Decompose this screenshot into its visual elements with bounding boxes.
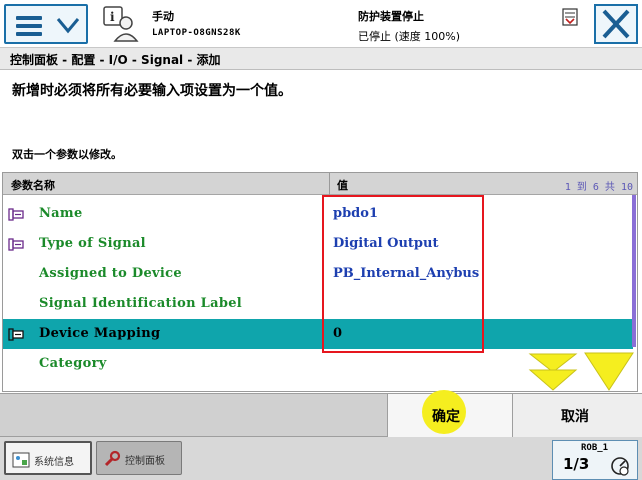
ok-button[interactable]: 确定 [387,390,513,437]
parameter-name: Signal Identification Label [39,296,243,311]
quickset-button[interactable]: ROB_1 1/3 [552,440,638,480]
operating-mode: 手动 [152,10,174,23]
task-label: 控制面板 [125,456,165,467]
system-info-icon [12,452,30,468]
guard-status: 防护装置停止 [358,10,424,23]
scrollbar[interactable] [632,195,636,347]
table-row-name[interactable]: Name pbdo1 [3,199,633,229]
parameter-value: pbdo1 [333,206,378,221]
parameter-name: Device Mapping [39,326,161,341]
table-row-type-of-signal[interactable]: Type of Signal Digital Output [3,229,633,259]
run-status: 已停止 (速度 100%) [358,30,461,43]
ok-label: 确定 [432,409,460,425]
parameter-name: Category [39,356,107,371]
task-fraction: 1/3 [563,455,590,473]
scroll-down-icon[interactable] [582,350,636,392]
parameter-name: Name [39,206,83,221]
svg-text:i: i [110,10,115,24]
breadcrumb: 控制面板 - 配置 - I/O - Signal - 添加 [0,48,642,70]
hamburger-icon [16,16,42,36]
parameter-value: 0 [333,326,343,341]
chevron-down-icon [56,18,80,34]
speed-icon [611,457,629,476]
close-icon [602,9,630,39]
taskbar: 系统信息 控制面板 [0,437,642,480]
hint-text: 双击一个参数以修改。 [12,148,122,161]
task-system-info[interactable]: 系统信息 [4,441,92,475]
table-row-assigned-to-device[interactable]: Assigned to Device PB_Internal_Anybus [3,259,633,289]
column-divider [329,173,330,195]
event-log-icon[interactable] [562,8,578,26]
main-menu-button[interactable] [4,4,88,44]
parameter-value: PB_Internal_Anybus [333,266,480,281]
robot-label: ROB_1 [581,443,609,453]
parameter-icon [8,208,24,221]
operator-icon[interactable]: i [100,5,140,43]
scroll-up-icon[interactable] [528,350,578,392]
cancel-button[interactable]: 取消 [513,394,642,437]
column-header-name: 参数名称 [11,179,55,192]
column-header-value: 值 [337,179,348,192]
action-bar: 确定 取消 [0,390,642,437]
parameter-icon [8,238,24,251]
close-button[interactable] [594,4,638,44]
table-row-signal-identification-label[interactable]: Signal Identification Label [3,289,633,319]
parameter-value: Digital Output [333,236,439,251]
task-control-panel[interactable]: 控制面板 [96,441,182,475]
controller-name: LAPTOP-O8GNS28K [152,28,241,38]
top-status-bar: i 手动 LAPTOP-O8GNS28K 防护装置停止 已停止 (速度 100%… [0,0,642,48]
parameter-icon [8,328,24,341]
wrench-icon [104,450,121,467]
table-header: 参数名称 值 1 到 6 共 10 [3,173,637,195]
instruction-text: 新增时必须将所有必要输入项设置为一个值。 [12,83,292,99]
row-range-indicator: 1 到 6 共 10 [564,182,633,193]
parameter-name: Assigned to Device [39,266,182,281]
parameter-name: Type of Signal [39,236,146,251]
table-row-device-mapping[interactable]: Device Mapping 0 [3,319,633,349]
cancel-label: 取消 [561,409,589,425]
task-label: 系统信息 [34,457,74,468]
